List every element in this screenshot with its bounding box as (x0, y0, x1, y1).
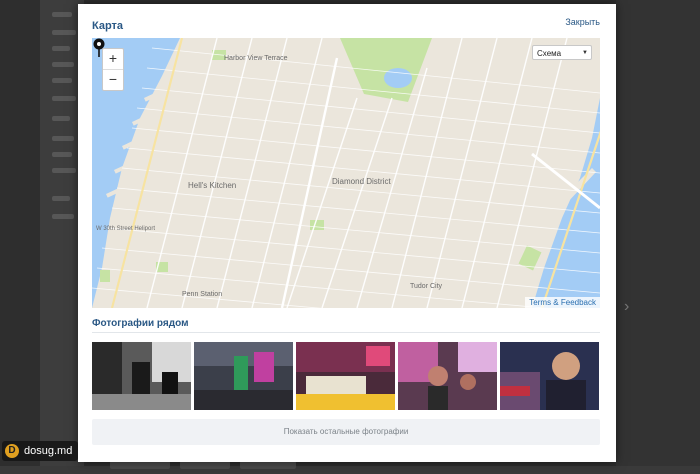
map-label-w30: W 30th Street Heliport (96, 226, 155, 232)
photo-thumbnail[interactable] (194, 342, 293, 410)
dosug-logo-icon: D (5, 444, 19, 458)
divider (92, 332, 600, 333)
photo-thumbnail[interactable] (500, 342, 599, 410)
zoom-out-button[interactable]: − (103, 69, 123, 90)
nearby-photos-title: Фотографии рядом (92, 318, 189, 329)
map-view[interactable]: Harbor View Terrace Hell's Kitchen Diamo… (92, 38, 600, 308)
chevron-down-icon: ▼ (582, 50, 588, 56)
map-canvas: Harbor View Terrace Hell's Kitchen Diamo… (92, 38, 600, 308)
close-link[interactable]: Закрыть (565, 17, 600, 27)
background-right-panel (616, 0, 700, 466)
map-label-tudor-city: Tudor City (410, 283, 443, 290)
photo-thumbnail[interactable] (398, 342, 497, 410)
watermark-text: dosug.md (24, 445, 73, 457)
modal-title: Карта (92, 20, 124, 32)
nearby-photos-row (92, 342, 600, 410)
map-modal: Карта Закрыть Harbor View Terrace Hell's… (78, 4, 616, 462)
location-pin-icon[interactable] (92, 38, 106, 58)
map-label-harbor-view: Harbor View Terrace (224, 55, 288, 62)
map-type-select[interactable]: Схема ▼ (532, 45, 592, 60)
photo-thumbnail[interactable] (296, 342, 395, 410)
show-more-photos-button[interactable]: Показать остальные фотографии (92, 419, 600, 445)
photo-thumbnail[interactable] (92, 342, 191, 410)
map-label-penn-station: Penn Station (182, 291, 222, 298)
watermark: D dosug.md (2, 441, 79, 461)
next-arrow-icon: › (624, 298, 630, 315)
modal-header: Карта Закрыть (92, 16, 600, 34)
map-label-hells-kitchen: Hell's Kitchen (188, 181, 236, 190)
zoom-in-button[interactable]: + (103, 49, 123, 69)
terms-feedback-link[interactable]: Terms & Feedback (525, 297, 600, 308)
map-type-value: Схема (537, 49, 562, 58)
map-label-diamond-district: Diamond District (332, 177, 391, 186)
